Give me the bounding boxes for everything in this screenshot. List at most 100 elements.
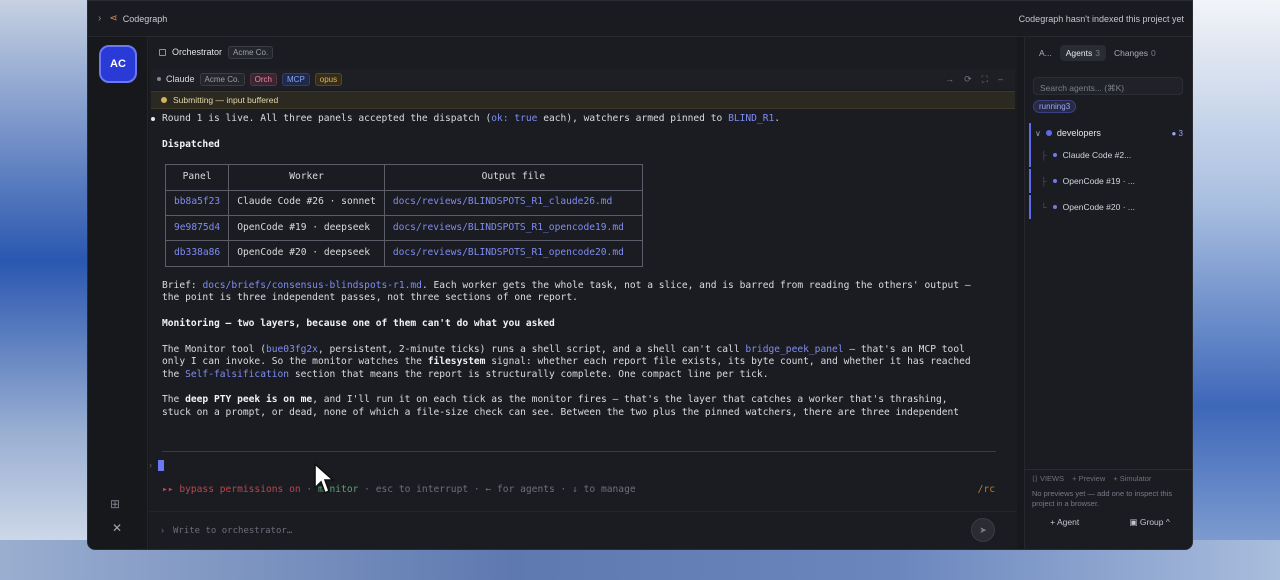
group-count: ● 3 [1171,128,1183,138]
orch-tag: Orch [249,72,277,86]
pty-line-1: The deep PTY peek is on me, and I'll run… [162,394,948,406]
mcp-tag: MCP [282,72,310,86]
submit-status-bar: Submitting — input buffered [151,91,1015,109]
panel-footer: + Agent ▣ Group ^ [1025,517,1192,528]
agent-search [1033,77,1183,96]
worker-name: Claude Code #26 · sonnet [228,189,385,216]
status-text: Submitting — input buffered [173,95,279,105]
agent-status-dot [157,77,161,81]
panel-id[interactable]: bb8a5f23 [164,189,230,216]
codegraph-icon: ⋖ [109,13,118,24]
refresh-icon[interactable]: ⟳ [964,74,972,85]
agent-dot [1052,153,1057,157]
views-header: ⟨⟩ VIEWS + Preview + Simulator [1032,474,1188,483]
monitor-line-3: the Self-falsification section that mean… [162,368,769,380]
dispatched-heading: Dispatched [162,138,220,150]
tool-link[interactable]: bridge_peek_panel [745,344,843,355]
tree-branch-icon: ├ [1041,176,1047,186]
brief-line: Brief: docs/briefs/consensus-blindspots-… [162,279,971,291]
agent-label: OpenCode #19 · ... [1062,176,1135,186]
add-agent-button[interactable]: + Agent [1050,517,1079,528]
dispatch-table: Panel Worker Output file bb8a5f23 Claude… [164,164,643,267]
worker-name: OpenCode #20 · deepseek [228,240,385,267]
group-button[interactable]: ▣ Group ^ [1129,517,1169,528]
mouse-pointer-icon [314,462,335,495]
column-header: Output file [383,164,643,191]
monitor-id-link[interactable]: bue03fg2x [266,344,318,355]
app-window: › ⋖ Codegraph Codegraph hasn't indexed t… [87,0,1193,550]
org-tag: Acme Co. [228,45,274,59]
tree-branch-icon: ├ [1041,150,1047,160]
output-file[interactable]: docs/reviews/BLINDSPOTS_R1_claude26.md [383,189,643,216]
expand-icon[interactable]: ⛶ [982,74,988,85]
agent-toolbar: → ⟳ ⛶ ‒ [945,74,1015,85]
close-icon[interactable]: ✕ [112,521,122,535]
output-file[interactable]: docs/reviews/BLINDSPOTS_R1_opencode20.md [383,240,643,267]
pty-line-2: stuck on a prompt, or dead, none of whic… [162,406,960,418]
brief-line-2: the point is three independent passes, n… [162,292,578,304]
column-header: Panel [164,164,230,191]
group-developers[interactable]: ∨ developers ● 3 [1029,123,1183,143]
agent-label: OpenCode #20 · ... [1062,202,1135,212]
index-status: Codegraph hasn't indexed this project ye… [1018,13,1184,24]
composer: › ➤ [149,511,1017,549]
grid-icon[interactable]: ⊞ [110,497,120,511]
agents-panel: A... Agents3 Changes0 running3 ∨ develop… [1024,37,1192,549]
chevron-down-icon: ∨ [1035,128,1041,138]
table-row: bb8a5f23 Claude Code #26 · sonnet docs/r… [164,189,643,216]
orchestrator-header: Orchestrator Acme Co. [159,43,274,61]
rc-command[interactable]: /rc [978,484,995,495]
titlebar: › ⋖ Codegraph Codegraph hasn't indexed t… [88,1,1192,37]
blind-r1-ref[interactable]: BLIND_R1 [728,113,774,124]
orchestrator-panel: Orchestrator Acme Co. Claude Acme Co. Or… [149,37,1017,549]
agent-item[interactable]: └ OpenCode #20 · ... [1029,195,1183,219]
org-tag: Acme Co. [199,72,245,86]
transcript: Round 1 is live. All three panels accept… [151,113,1007,420]
table-row: 9e9875d4 OpenCode #19 · deepseek docs/re… [164,214,643,242]
orchestrator-title: Orchestrator [172,47,223,57]
agent-bar: Claude Acme Co. Orch MCP opus → ⟳ ⛶ ‒ [151,69,1015,89]
views-empty-text: No previews yet — add one to inspect thi… [1032,489,1173,508]
tab-activity[interactable]: A... [1033,45,1058,61]
bypass-permissions: ▸▸ bypass permissions on [162,484,301,495]
orchestrator-input[interactable] [173,522,953,540]
self-falsification-link[interactable]: Self-falsification [185,369,289,380]
agent-item[interactable]: ├ Claude Code #2... [1029,143,1183,167]
panel-id[interactable]: db338a86 [164,240,230,267]
table-header-row: Panel Worker Output file [164,164,643,191]
minimize-icon[interactable]: ‒ [998,74,1003,85]
status-hint: ▸▸ bypass permissions on · monitor · esc… [162,484,995,495]
intro-line: Round 1 is live. All three panels accept… [162,113,781,124]
chevron-right-icon[interactable]: › [98,13,101,24]
send-icon: ➤ [979,524,987,535]
running-filter-badge[interactable]: running3 [1033,100,1077,113]
model-tag: opus [314,72,343,86]
add-simulator-button[interactable]: + Simulator [1113,474,1151,483]
composer-chevron-icon: › [161,525,164,535]
tab-changes[interactable]: Changes 0 [1108,45,1162,61]
prompt-chevron-icon: › [149,460,152,470]
worker-name: OpenCode #19 · deepseek [228,214,385,242]
views-section: ⟨⟩ VIEWS + Preview + Simulator No previe… [1025,469,1192,513]
add-preview-button[interactable]: + Preview [1072,474,1105,483]
column-header: Worker [228,164,385,191]
send-button[interactable]: ➤ [971,518,995,542]
panel-tabs: A... Agents 3 Changes 0 [1033,45,1162,61]
workspace-avatar[interactable]: AC [99,45,137,83]
terminal-prompt[interactable]: › [149,457,164,473]
status-dot [161,97,167,103]
arrow-right-icon[interactable]: → [945,74,954,85]
divider [162,451,996,452]
panel-id[interactable]: 9e9875d4 [164,214,230,242]
group-name: developers [1056,128,1101,138]
agent-search-input[interactable] [1034,80,1182,96]
group-dot [1045,130,1052,136]
brief-link[interactable]: docs/briefs/consensus-blindspots-r1.md [202,280,422,291]
text-caret [158,459,164,471]
app-title: Codegraph [122,13,168,24]
agent-dot [1052,205,1057,209]
monitoring-heading: Monitoring — two layers, because one of … [162,317,555,329]
agent-item[interactable]: ├ OpenCode #19 · ... [1029,169,1183,193]
output-file[interactable]: docs/reviews/BLINDSPOTS_R1_opencode19.md [383,214,643,242]
tab-agents[interactable]: Agents 3 [1059,45,1106,61]
